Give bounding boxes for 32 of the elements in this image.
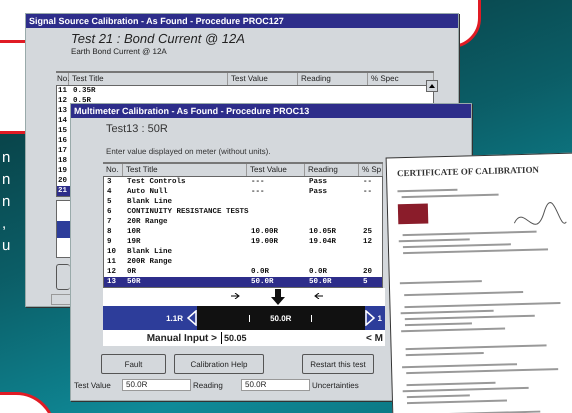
arrow-left-icon: [313, 293, 323, 299]
gauge-label: 1: [376, 314, 383, 322]
window-title: Signal Source Calibration - As Found - Procedure PROC127: [26, 14, 458, 28]
gauge-value: 50.0R: [270, 314, 292, 322]
status-label: Uncertainties: [312, 380, 358, 390]
window-title: Multimeter Calibration - As Found - Procedure PROC13: [71, 104, 471, 118]
gauge-label: 1.1R: [165, 314, 184, 322]
text-fragment: u: [2, 238, 10, 254]
test-heading: Test13 : 50R: [106, 123, 169, 135]
arrow-right-icon: [231, 293, 241, 299]
status-value: 50.0R: [241, 379, 310, 391]
text-fragment: n: [2, 172, 10, 188]
action-button[interactable]: Calibration Help: [174, 354, 264, 374]
certificate-title: CERTIFICATE OF CALIBRATION: [396, 164, 540, 178]
text-fragment: n: [2, 194, 10, 210]
text-fragment: ,: [2, 216, 8, 232]
test-subheading: Earth Bond Current @ 12A: [71, 47, 168, 56]
action-button[interactable]: Fault: [101, 354, 166, 374]
text-fragment: n: [2, 150, 10, 166]
test-heading: Test 21 : Bond Current @ 12A: [71, 31, 246, 46]
instruction-text: Enter value displayed on meter (without units).: [106, 147, 272, 156]
status-label: Test Value: [74, 380, 112, 390]
list-box: [56, 200, 70, 258]
left-triangle-icon[interactable]: [187, 310, 197, 326]
right-triangle-icon[interactable]: [364, 310, 375, 326]
status-label: Reading: [193, 380, 224, 390]
manual-input-label: Manual Input >: [146, 332, 218, 344]
scroll-up-icon[interactable]: [426, 80, 438, 92]
status-value: 50.0R: [122, 379, 191, 391]
button-edge[interactable]: [56, 264, 70, 290]
action-button[interactable]: Restart this test: [302, 354, 374, 374]
manual-label: < M: [366, 332, 384, 344]
